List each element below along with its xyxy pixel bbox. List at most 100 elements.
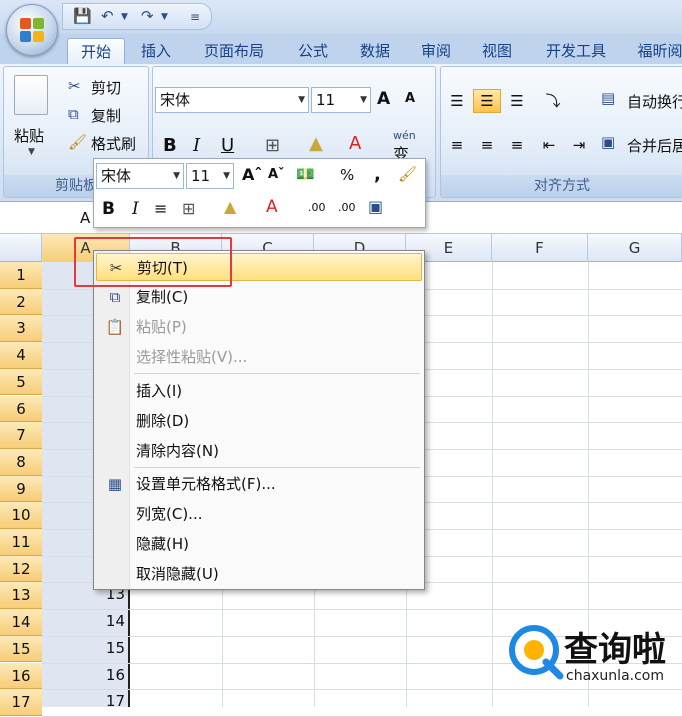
border-icon[interactable]: ⊞	[265, 135, 280, 156]
mini-grow-font-icon[interactable]: Aˆ	[242, 165, 262, 184]
row-header-3[interactable]: 3	[0, 315, 42, 343]
increase-indent-icon[interactable]: ⇥	[565, 133, 593, 157]
row-header-14[interactable]: 14	[0, 609, 42, 636]
row-header-9[interactable]: 9	[0, 475, 42, 503]
redo-icon[interactable]: ↷	[141, 7, 154, 25]
menu-item-delete[interactable]: 删除(D)	[96, 407, 422, 435]
italic-button[interactable]: I	[193, 135, 200, 156]
mini-fill-color-icon[interactable]: ▲	[224, 197, 236, 216]
mini-border-icon[interactable]: ⊞	[182, 199, 195, 218]
tab-insert[interactable]: 插入	[134, 38, 178, 64]
column-header-f[interactable]: F	[492, 234, 588, 262]
mini-italic-button[interactable]: I	[132, 199, 139, 219]
row-header-4[interactable]: 4	[0, 342, 42, 369]
dropdown-arrow-icon[interactable]: ▼	[161, 12, 168, 22]
tab-home[interactable]: 开始	[67, 38, 125, 64]
percent-button[interactable]: %	[340, 166, 354, 184]
comma-button[interactable]: ,	[374, 164, 381, 185]
customize-icon[interactable]: ≡	[190, 10, 200, 24]
row-header-10[interactable]: 10	[0, 502, 42, 529]
menu-item-paste[interactable]: 📋 粘贴(P)	[96, 313, 422, 341]
align-left-icon[interactable]: ≡	[443, 133, 471, 157]
row-header-7[interactable]: 7	[0, 422, 42, 449]
decrease-decimal-button[interactable]: .00	[338, 201, 356, 214]
name-box[interactable]: A	[80, 209, 90, 227]
mini-shrink-font-icon[interactable]: Aˇ	[268, 167, 285, 182]
menu-item-insert[interactable]: 插入(I)	[96, 377, 422, 405]
copy-button[interactable]: 复制	[91, 105, 121, 126]
dropdown-arrow-icon[interactable]: ▼	[121, 12, 128, 22]
grid-line	[42, 609, 682, 611]
menu-item-label: 复制(C)	[136, 288, 189, 306]
mini-font-size-combo[interactable]: 11 ▼	[186, 163, 234, 189]
highlight-annotation-box	[74, 237, 232, 287]
row-header-5[interactable]: 5	[0, 368, 42, 396]
format-painter-button[interactable]: 格式刷	[91, 133, 136, 154]
menu-item-format-cells[interactable]: ▦ 设置单元格格式(F)...	[96, 470, 422, 498]
orientation-icon[interactable]: ⤵	[535, 89, 571, 113]
bold-button[interactable]: B	[163, 135, 177, 156]
merge-cells-icon[interactable]: ▣	[368, 197, 383, 216]
row-header-16[interactable]: 16	[0, 662, 42, 690]
cut-button[interactable]: 剪切	[91, 77, 121, 98]
undo-icon[interactable]: ↶	[101, 7, 114, 25]
chevron-down-icon[interactable]: ▼	[28, 147, 35, 157]
cell-a17[interactable]: 17	[42, 692, 128, 710]
font-color-button[interactable]: A	[349, 133, 361, 154]
cell-a16[interactable]: 16	[42, 666, 128, 684]
decrease-indent-icon[interactable]: ⇤	[535, 133, 563, 157]
wrap-text-button[interactable]: 自动换行	[627, 91, 682, 112]
select-all-corner[interactable]	[0, 234, 42, 262]
menu-item-copy[interactable]: ⧉ 复制(C)	[96, 283, 422, 311]
tab-review[interactable]: 审阅	[413, 38, 459, 64]
row-header-8[interactable]: 8	[0, 448, 42, 476]
cell-a15[interactable]: 15	[42, 639, 128, 657]
row-header-1[interactable]: 1	[0, 262, 42, 289]
font-name-combo[interactable]: 宋体 ▼	[155, 87, 309, 113]
mini-bold-button[interactable]: B	[102, 199, 115, 219]
menu-item-clear-contents[interactable]: 清除内容(N)	[96, 437, 422, 465]
mini-align-center-icon[interactable]: ≡	[154, 199, 167, 218]
tab-data[interactable]: 数据	[352, 38, 398, 64]
row-header-12[interactable]: 12	[0, 555, 42, 583]
align-center-icon[interactable]: ≡	[473, 133, 501, 157]
grow-font-button[interactable]: A	[377, 89, 390, 109]
align-bottom-icon[interactable]: ☰	[503, 89, 531, 113]
format-painter-icon[interactable]: 🖌	[398, 165, 417, 183]
row-header-11[interactable]: 11	[0, 529, 42, 556]
paste-icon[interactable]	[14, 75, 48, 115]
menu-item-unhide[interactable]: 取消隐藏(U)	[96, 560, 422, 588]
shrink-font-button[interactable]: A	[405, 91, 415, 106]
row-header-15[interactable]: 15	[0, 635, 42, 663]
currency-icon[interactable]: 💵	[296, 165, 315, 183]
row-header-13[interactable]: 13	[0, 582, 42, 610]
menu-item-paste-special[interactable]: 选择性粘贴(V)...	[96, 343, 422, 371]
tab-formulas[interactable]: 公式	[290, 38, 336, 64]
tab-view[interactable]: 视图	[474, 38, 520, 64]
row-header-6[interactable]: 6	[0, 395, 42, 423]
align-top-icon[interactable]: ☰	[443, 89, 471, 113]
mini-font-name-combo[interactable]: 宋体 ▼	[96, 163, 184, 189]
tab-foxit[interactable]: 福昕阅	[630, 38, 682, 64]
mini-font-color-icon[interactable]: A	[266, 197, 278, 217]
column-header-g[interactable]: G	[588, 234, 682, 262]
align-right-icon[interactable]: ≡	[503, 133, 531, 157]
underline-button[interactable]: U	[221, 135, 234, 156]
tab-page-layout[interactable]: 页面布局	[193, 38, 275, 64]
save-icon[interactable]: 💾	[73, 7, 92, 25]
align-middle-icon[interactable]: ☰	[473, 89, 501, 113]
office-button[interactable]	[6, 4, 58, 56]
cell-a14[interactable]: 14	[42, 612, 128, 630]
paste-button[interactable]: 粘贴	[14, 125, 44, 146]
font-size-value: 11	[316, 91, 336, 109]
tab-developer[interactable]: 开发工具	[535, 38, 617, 64]
row-header-17[interactable]: 17	[0, 689, 42, 716]
menu-item-column-width[interactable]: 列宽(C)...	[96, 500, 422, 528]
row-header-2[interactable]: 2	[0, 288, 42, 316]
menu-item-hide[interactable]: 隐藏(H)	[96, 530, 422, 558]
menu-item-label: 清除内容(N)	[136, 442, 219, 460]
font-size-combo[interactable]: 11 ▼	[311, 87, 371, 113]
increase-decimal-button[interactable]: .00	[308, 201, 326, 214]
merge-center-button[interactable]: 合并后居	[627, 135, 682, 156]
fill-color-icon[interactable]: ▲	[309, 133, 323, 154]
